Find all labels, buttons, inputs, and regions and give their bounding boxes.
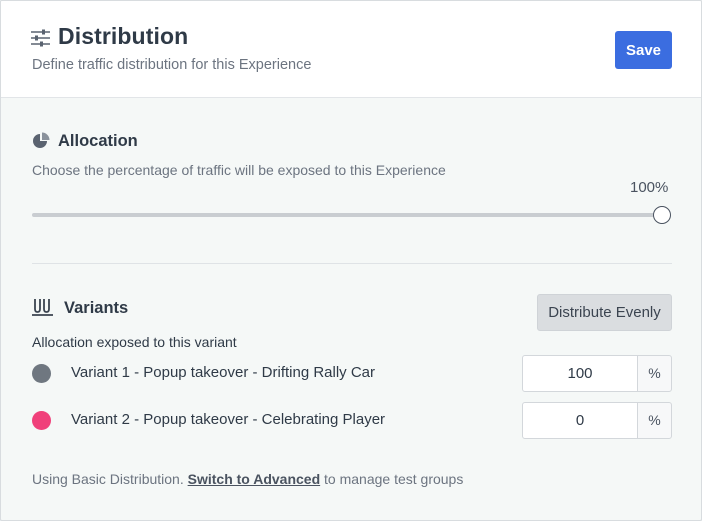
variant-row-2: Variant 2 - Popup takeover - Celebrating… [32,402,672,439]
distribution-panel: Distribution Define traffic distribution… [0,0,702,521]
switch-to-advanced-link[interactable]: Switch to Advanced [188,471,321,487]
allocation-title: Allocation [58,132,138,150]
variant-1-percentage-input[interactable] [522,355,638,392]
variants-title: Variants [64,299,129,317]
test-tubes-icon [32,299,53,316]
footer-prefix: Using Basic Distribution. [32,471,188,487]
sliders-icon [31,29,50,47]
allocation-description: Choose the percentage of traffic will be… [32,162,446,178]
section-divider [32,263,672,264]
distribution-mode-note: Using Basic Distribution. Switch to Adva… [32,471,463,487]
percent-unit: % [637,402,672,439]
variants-subtitle: Allocation exposed to this variant [32,334,237,350]
variant-name: Variant 2 - Popup takeover - Celebrating… [71,411,386,428]
save-button[interactable]: Save [615,31,672,69]
allocation-slider-thumb[interactable] [653,206,671,224]
allocation-slider-track[interactable] [32,213,664,217]
distribute-evenly-button[interactable]: Distribute Evenly [537,294,672,331]
panel-header: Distribution Define traffic distribution… [1,1,701,98]
page-subtitle: Define traffic distribution for this Exp… [32,57,312,73]
variant-color-dot [32,364,51,383]
variant-color-dot [32,411,51,430]
percent-unit: % [637,355,672,392]
page-title: Distribution [58,23,189,49]
pie-chart-icon [33,132,50,148]
variant-name: Variant 1 - Popup takeover - Drifting Ra… [71,364,376,381]
variant-row-1: Variant 1 - Popup takeover - Drifting Ra… [32,355,672,392]
footer-suffix: to manage test groups [320,471,464,487]
allocation-value-label: 100% [630,179,669,196]
variant-2-percentage-input[interactable] [522,402,638,439]
